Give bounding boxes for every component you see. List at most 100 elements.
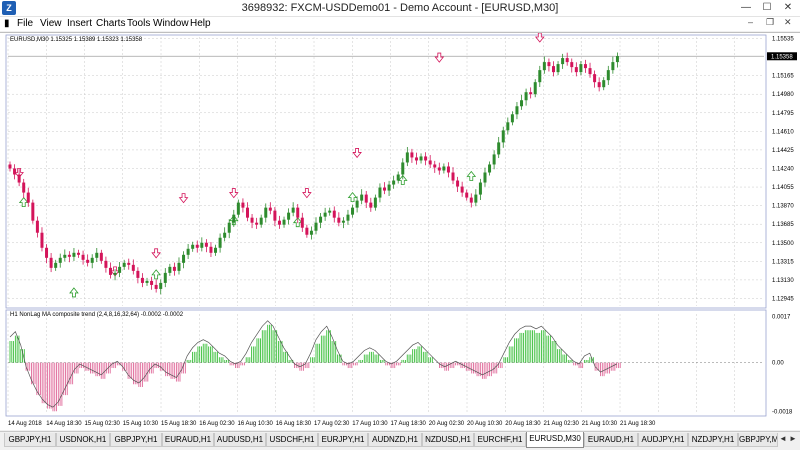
- chart-tab[interactable]: EURAUD,H1: [162, 433, 214, 447]
- chart-tab[interactable]: USDCHF,H1: [266, 433, 318, 447]
- time-axis-label: 16 Aug 10:30: [238, 421, 274, 427]
- candle-body: [227, 222, 231, 233]
- chart-tab[interactable]: EURJPY,H1: [318, 433, 368, 447]
- menu-insert[interactable]: Insert: [67, 18, 92, 29]
- price-chart[interactable]: 1.15535 1.15165 1.14980 1.14795 1.14610 1.144…: [0, 32, 800, 430]
- candle-body: [250, 217, 254, 223]
- chart-tab[interactable]: AUDNZD,H1: [368, 433, 422, 447]
- current-price-label: 1.15358: [771, 54, 793, 60]
- candle-body: [255, 222, 259, 225]
- menu-charts[interactable]: Charts: [96, 18, 125, 29]
- minimize-button[interactable]: —: [735, 0, 757, 16]
- chart-tab[interactable]: USDNOK,H1: [56, 433, 110, 447]
- candle-body: [506, 122, 510, 131]
- time-axis-label: 16 Aug 02:30: [199, 421, 235, 427]
- maximize-button[interactable]: ☐: [756, 0, 778, 16]
- title-bar: Z 3698932: FXCM-USDDemo01 - Demo Account…: [0, 0, 800, 17]
- mdi-close-button[interactable]: ✕: [784, 17, 792, 28]
- candle-body: [574, 67, 578, 73]
- menu-view[interactable]: View: [40, 18, 62, 29]
- candle-body: [478, 182, 482, 195]
- candle-body: [136, 270, 140, 278]
- candle-body: [131, 264, 135, 271]
- candle-body: [510, 114, 514, 123]
- chart-tab[interactable]: GBPJPY,H1: [4, 433, 56, 447]
- time-axis-label: 17 Aug 02:30: [314, 421, 350, 427]
- indicator-axis-label: 0.00: [772, 361, 784, 367]
- candle-body: [218, 237, 222, 248]
- candle-body: [159, 282, 163, 289]
- candle-body: [611, 62, 615, 71]
- candle-body: [451, 172, 455, 181]
- time-axis-label: 21 Aug 02:30: [544, 421, 580, 427]
- chart-window[interactable]: 1.15535 1.15165 1.14980 1.14795 1.14610 1.144…: [0, 32, 800, 430]
- candle-body: [396, 174, 400, 181]
- candle-body: [277, 220, 281, 225]
- candle-body: [122, 262, 126, 267]
- candle-body: [22, 182, 26, 193]
- candle-body: [419, 156, 423, 161]
- close-button[interactable]: ✕: [777, 0, 799, 16]
- candle-body: [524, 92, 528, 101]
- time-axis-label: 20 Aug 10:30: [467, 421, 503, 427]
- candle-body: [13, 168, 17, 175]
- menu-window[interactable]: Window: [153, 18, 189, 29]
- price-axis-label: 1.14055: [772, 185, 794, 191]
- candle-body: [314, 222, 318, 231]
- chart-tab-active[interactable]: EURUSD,M30: [526, 432, 584, 448]
- menu-file[interactable]: File: [17, 18, 33, 29]
- candle-body: [172, 266, 176, 271]
- candle-body: [104, 260, 108, 268]
- candle-body: [268, 207, 272, 211]
- candle-body: [241, 202, 245, 208]
- chart-tab-bar: GBPJPY,H1 USDNOK,H1 GBPJPY,H1 EURAUD,H1 …: [0, 431, 800, 450]
- chart-tab[interactable]: NZDUSD,H1: [422, 433, 474, 447]
- candle-body: [583, 64, 587, 69]
- candle-body: [31, 202, 35, 221]
- time-axis-label: 20 Aug 02:30: [429, 421, 465, 427]
- candle-body: [168, 266, 172, 273]
- candle-body: [351, 207, 355, 215]
- candle-body: [145, 280, 149, 283]
- candle-body: [81, 254, 85, 260]
- candle-body: [177, 262, 181, 271]
- candle-body: [99, 252, 103, 261]
- time-axis-label: 20 Aug 18:30: [505, 421, 541, 427]
- indicator-caption: H1 NonLag MA composite trend (2,4,8,16,3…: [10, 312, 184, 318]
- candle-body: [433, 164, 437, 168]
- chart-tab[interactable]: EURCHF,H1: [474, 433, 526, 447]
- chart-tab[interactable]: AUDJPY,H1: [638, 433, 688, 447]
- candle-body: [392, 180, 396, 185]
- chart-window-icon[interactable]: ▮: [4, 18, 10, 29]
- time-axis-label: 21 Aug 10:30: [582, 421, 618, 427]
- candle-body: [446, 166, 450, 173]
- chart-tab[interactable]: EURAUD,H1: [584, 433, 638, 447]
- menu-tools[interactable]: Tools: [127, 18, 150, 29]
- candle-body: [355, 200, 359, 208]
- candle-body: [488, 164, 492, 173]
- candle-body: [90, 257, 94, 263]
- price-axis-label: 1.13130: [772, 278, 794, 284]
- chart-tab[interactable]: GBPJPY,H1: [110, 433, 162, 447]
- candle-body: [309, 230, 313, 235]
- price-axis-label: 1.14425: [772, 148, 794, 154]
- chart-tab[interactable]: GBPJPY,M15: [738, 433, 778, 447]
- chart-tab[interactable]: NZDJPY,H1: [688, 433, 738, 447]
- menu-help[interactable]: Help: [190, 18, 211, 29]
- chart-tab[interactable]: AUDUSD,H1: [214, 433, 266, 447]
- candle-body: [195, 244, 199, 248]
- candle-body: [245, 207, 249, 218]
- candle-body: [387, 184, 391, 191]
- time-axis-label: 15 Aug 02:30: [85, 421, 121, 427]
- candle-body: [127, 262, 131, 265]
- tab-scroll-left-icon[interactable]: ◄: [779, 434, 787, 443]
- candle-body: [405, 152, 409, 163]
- symbol-caption: EURUSD,M30 1.15325 1.15389 1.15323 1.153…: [10, 37, 143, 43]
- mdi-minimize-button[interactable]: –: [748, 17, 753, 27]
- mdi-restore-button[interactable]: ❐: [766, 17, 774, 28]
- candle-body: [465, 192, 469, 198]
- candle-body: [337, 217, 341, 223]
- tab-scroll-right-icon[interactable]: ►: [789, 434, 797, 443]
- candle-body: [200, 242, 204, 248]
- candle-body: [108, 267, 112, 275]
